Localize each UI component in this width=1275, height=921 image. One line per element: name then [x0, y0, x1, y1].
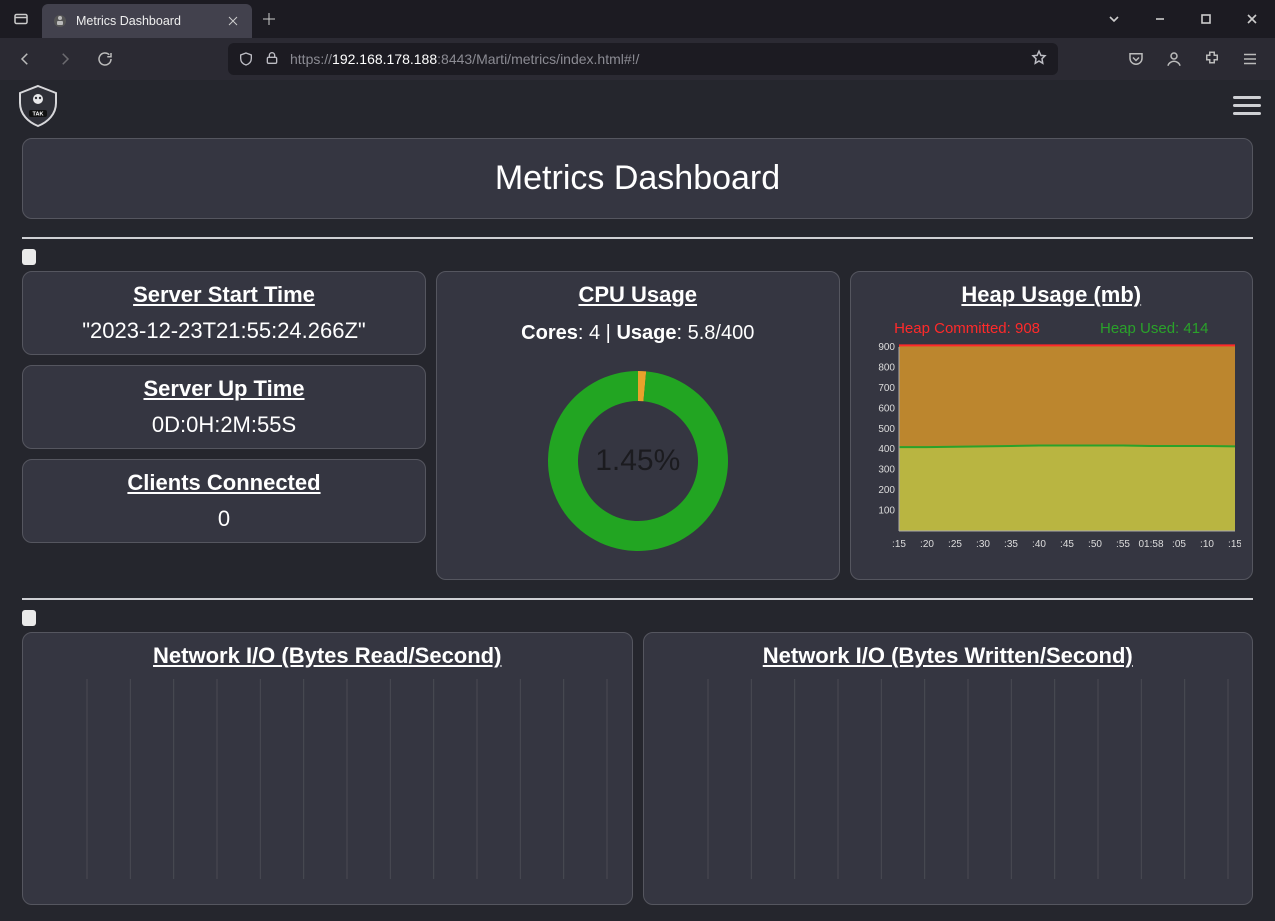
card-value: 0D:0H:2M:55S: [33, 412, 415, 438]
firefox-view-button[interactable]: [0, 0, 42, 38]
nav-back-button[interactable]: [8, 43, 42, 75]
card-heading: CPU Usage: [447, 282, 829, 308]
bookmark-star-icon[interactable]: [1030, 49, 1048, 70]
card-heading: Network I/O (Bytes Written/Second): [654, 643, 1243, 669]
svg-text:900: 900: [879, 343, 896, 353]
tak-logo-icon: TAK: [14, 84, 62, 128]
svg-text::45: :45: [1060, 539, 1074, 550]
url-bar[interactable]: https://192.168.178.188:8443/Marti/metri…: [228, 43, 1058, 75]
svg-text:800: 800: [879, 362, 896, 373]
cpu-donut-chart: 1.45%: [538, 361, 738, 561]
svg-text::05: :05: [1172, 539, 1186, 550]
heap-legend: Heap Committed: 908 Heap Used: 414: [861, 320, 1243, 337]
nav-forward-button[interactable]: [48, 43, 82, 75]
net-read-chart: [37, 669, 617, 889]
card-value: 0: [33, 506, 415, 532]
divider: [22, 598, 1253, 600]
account-icon[interactable]: [1157, 43, 1191, 75]
card-heading: Server Start Time: [33, 282, 415, 308]
browser-tab[interactable]: Metrics Dashboard: [42, 4, 252, 38]
card-network-read: Network I/O (Bytes Read/Second): [22, 632, 633, 905]
lock-icon: [264, 50, 280, 69]
menu-button[interactable]: [1233, 92, 1261, 120]
page-title-card: Metrics Dashboard: [22, 138, 1253, 219]
section-toggle[interactable]: [22, 249, 36, 265]
browser-toolbar: https://192.168.178.188:8443/Marti/metri…: [0, 38, 1275, 80]
section-toggle[interactable]: [22, 610, 36, 626]
svg-text::55: :55: [1116, 539, 1130, 550]
window-minimize-button[interactable]: [1137, 0, 1183, 38]
svg-text::15: :15: [892, 539, 906, 550]
svg-text:700: 700: [879, 383, 896, 394]
cpu-percent-label: 1.45%: [538, 361, 738, 561]
svg-text::35: :35: [1004, 539, 1018, 550]
app-header: TAK: [0, 80, 1275, 132]
legend-heap-committed: Heap Committed: 908: [894, 320, 1040, 337]
card-server-uptime: Server Up Time 0D:0H:2M:55S: [22, 365, 426, 449]
svg-text:300: 300: [879, 465, 896, 476]
svg-text:200: 200: [879, 485, 896, 496]
svg-text::25: :25: [948, 539, 962, 550]
card-clients-connected: Clients Connected 0: [22, 459, 426, 543]
cpu-subtext: Cores: 4 | Usage: 5.8/400: [447, 322, 829, 345]
new-tab-button[interactable]: [252, 0, 286, 38]
window-maximize-button[interactable]: [1183, 0, 1229, 38]
tab-close-button[interactable]: [224, 12, 242, 30]
browser-tab-bar: Metrics Dashboard: [0, 0, 1275, 38]
nav-reload-button[interactable]: [88, 43, 122, 75]
svg-text:100: 100: [879, 506, 896, 517]
svg-text:TAK: TAK: [33, 111, 44, 117]
legend-heap-used: Heap Used: 414: [1100, 320, 1208, 337]
extensions-icon[interactable]: [1195, 43, 1229, 75]
card-value: "2023-12-23T21:55:24.266Z": [33, 318, 415, 344]
card-heading: Clients Connected: [33, 470, 415, 496]
card-network-write: Network I/O (Bytes Written/Second): [643, 632, 1254, 905]
window-close-button[interactable]: [1229, 0, 1275, 38]
card-cpu-usage: CPU Usage Cores: 4 | Usage: 5.8/400 1.45…: [436, 271, 840, 580]
svg-text::20: :20: [920, 539, 934, 550]
page-title: Metrics Dashboard: [23, 159, 1252, 198]
tab-title: Metrics Dashboard: [76, 14, 181, 28]
svg-text:600: 600: [879, 403, 896, 414]
card-heap-usage: Heap Usage (mb) Heap Committed: 908 Heap…: [850, 271, 1254, 580]
card-heading: Server Up Time: [33, 376, 415, 402]
net-write-chart: [658, 669, 1238, 889]
card-heading: Heap Usage (mb): [861, 282, 1243, 308]
svg-text:400: 400: [879, 444, 896, 455]
shield-icon: [238, 51, 254, 67]
svg-text::50: :50: [1088, 539, 1102, 550]
divider: [22, 237, 1253, 239]
tabs-dropdown-button[interactable]: [1091, 0, 1137, 38]
app-menu-button[interactable]: [1233, 43, 1267, 75]
card-server-start-time: Server Start Time "2023-12-23T21:55:24.2…: [22, 271, 426, 355]
svg-text:01:58: 01:58: [1139, 539, 1164, 550]
svg-text::10: :10: [1200, 539, 1214, 550]
pocket-icon[interactable]: [1119, 43, 1153, 75]
card-heading: Network I/O (Bytes Read/Second): [33, 643, 622, 669]
url-text: https://192.168.178.188:8443/Marti/metri…: [290, 51, 639, 67]
tab-favicon-icon: [52, 13, 68, 29]
svg-text::15: :15: [1228, 539, 1241, 550]
svg-text::40: :40: [1032, 539, 1046, 550]
svg-text::30: :30: [976, 539, 990, 550]
svg-text:500: 500: [879, 424, 896, 435]
heap-area-chart: 100 200 300 400 500 600 700 800 900 :15 :20 :25 :30:…: [861, 343, 1241, 553]
